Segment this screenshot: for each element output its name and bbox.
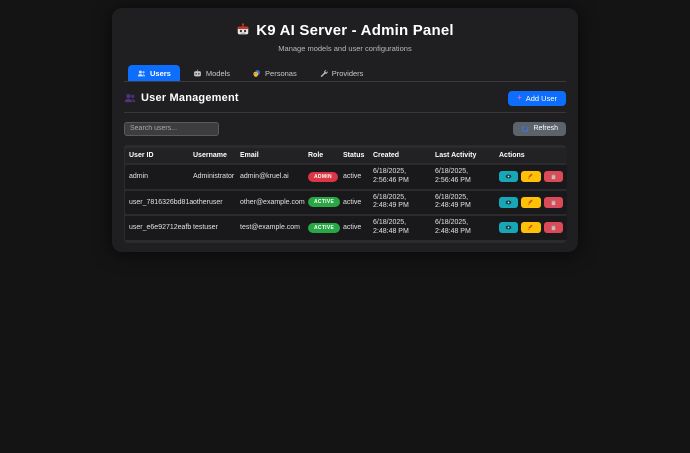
cell-user-id: admin <box>125 165 189 189</box>
tab-providers[interactable]: Providers <box>310 65 373 81</box>
role-badge: ADMIN <box>308 171 338 182</box>
pencil-icon <box>527 199 534 206</box>
table-row: user_e6e92712eafb testuser test@example.… <box>125 216 567 240</box>
tab-personas[interactable]: Personas <box>243 65 306 81</box>
eye-icon <box>505 199 512 206</box>
users-icon <box>137 69 146 78</box>
delete-user-button[interactable] <box>543 171 563 183</box>
page-subtitle: Manage models and user configurations <box>278 44 412 53</box>
masks-icon <box>252 69 261 78</box>
section-title: User Management <box>141 92 239 104</box>
eye-icon <box>505 173 512 180</box>
role-badge: ACTIVE <box>308 222 341 233</box>
robot-icon <box>236 23 250 37</box>
cell-username: Administrator <box>189 165 236 189</box>
section-divider <box>124 112 566 113</box>
tab-providers-label: Providers <box>331 68 364 78</box>
col-header-created: Created <box>369 148 431 163</box>
add-user-label: Add User <box>525 93 557 103</box>
cell-user-id: user_e6e92712eafb <box>125 216 191 240</box>
refresh-label: Refresh <box>533 125 558 132</box>
col-header-last-activity: Last Activity <box>431 148 495 163</box>
trash-icon <box>550 199 557 206</box>
cell-username: testuser <box>189 216 236 240</box>
pencil-icon <box>527 224 534 231</box>
tab-personas-label: Personas <box>265 68 297 78</box>
table-row: admin Administrator admin@kruel.ai ADMIN… <box>125 165 567 189</box>
cell-created: 6/18/2025, 2:48:48 PM <box>369 216 431 240</box>
cell-status: active <box>339 216 369 240</box>
cell-last-activity: 6/18/2025, 2:48:49 PM <box>431 190 495 214</box>
pencil-icon <box>527 173 534 180</box>
cell-status: active <box>339 165 369 189</box>
cell-last-activity: 6/18/2025, 2:48:48 PM <box>431 216 495 240</box>
edit-user-button[interactable] <box>521 196 541 208</box>
col-header-username: Username <box>189 148 236 163</box>
tab-models-label: Models <box>205 68 231 78</box>
admin-panel-card: K9 AI Server - Admin Panel Manage models… <box>112 8 578 252</box>
col-header-status: Status <box>339 148 369 163</box>
users-table-wrap: User ID Username Email Role Status Creat… <box>124 145 567 243</box>
table-controls: Refresh <box>124 121 566 136</box>
cell-email: admin@kruel.ai <box>236 165 304 189</box>
section-header: User Management + Add User <box>124 90 566 106</box>
cell-created: 6/18/2025, 2:48:49 PM <box>369 190 431 214</box>
cell-status: active <box>339 190 369 214</box>
col-header-user-id: User ID <box>125 148 189 163</box>
tab-models[interactable]: Models <box>184 65 239 81</box>
refresh-button[interactable]: Refresh <box>513 121 566 136</box>
cell-email: test@example.com <box>236 216 304 240</box>
plus-icon: + <box>517 93 522 102</box>
page-title: K9 AI Server - Admin Panel <box>256 21 454 39</box>
wrench-icon <box>319 69 328 78</box>
search-input[interactable] <box>124 121 219 136</box>
table-row: user_7816326bd81a otheruser other@exampl… <box>125 190 567 214</box>
cell-username: otheruser <box>189 190 236 214</box>
col-header-actions: Actions <box>495 148 567 163</box>
users-icon <box>124 92 136 104</box>
add-user-button[interactable]: + Add User <box>508 90 566 106</box>
users-table: User ID Username Email Role Status Creat… <box>125 146 567 242</box>
tab-users-label: Users <box>150 68 171 78</box>
edit-user-button[interactable] <box>521 171 541 183</box>
cell-email: other@example.com <box>236 190 305 214</box>
trash-icon <box>550 224 557 231</box>
cell-created: 6/18/2025, 2:56:46 PM <box>369 165 431 189</box>
col-header-role: Role <box>304 148 339 163</box>
role-badge: ACTIVE <box>308 197 341 208</box>
panel-header: K9 AI Server - Admin Panel <box>124 20 566 40</box>
view-user-button[interactable] <box>499 222 519 234</box>
delete-user-button[interactable] <box>543 196 563 208</box>
view-user-button[interactable] <box>499 171 519 183</box>
eye-icon <box>505 224 512 231</box>
cell-user-id: user_7816326bd81a <box>125 190 193 214</box>
refresh-icon <box>521 125 530 133</box>
cell-last-activity: 6/18/2025, 2:56:46 PM <box>431 165 495 189</box>
view-user-button[interactable] <box>499 196 519 208</box>
robot-icon <box>193 69 202 78</box>
trash-icon <box>550 173 557 180</box>
tab-bar: Users Models Personas Providers <box>124 64 566 82</box>
edit-user-button[interactable] <box>521 222 541 234</box>
table-header-row: User ID Username Email Role Status Creat… <box>125 148 567 163</box>
tab-users[interactable]: Users <box>128 65 180 81</box>
delete-user-button[interactable] <box>543 222 563 234</box>
col-header-email: Email <box>236 148 304 163</box>
